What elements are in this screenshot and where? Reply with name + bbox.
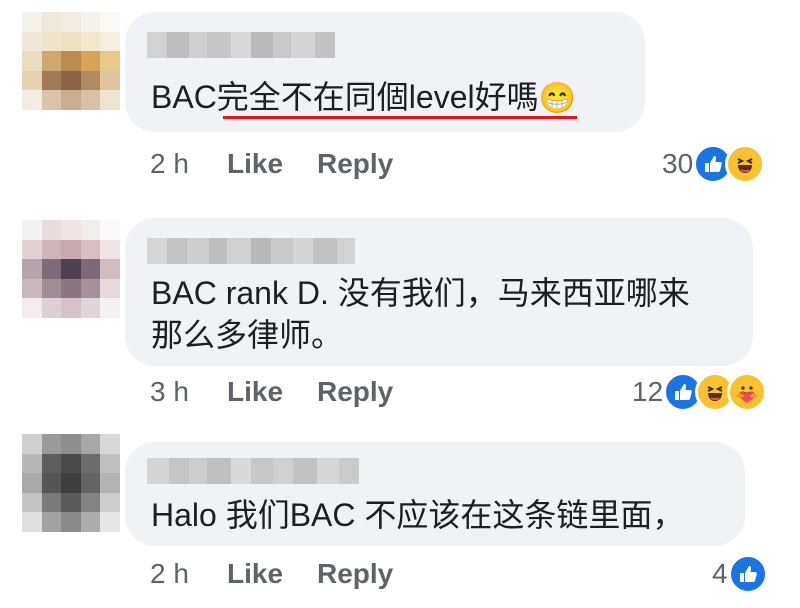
reaction-summary[interactable]: 4 [712, 554, 768, 594]
red-underline [223, 116, 577, 119]
comment-actions: 2 h Like Reply [150, 558, 393, 590]
reaction-count: 30 [662, 148, 694, 179]
comment-text: Halo 我们BAC 不应该在这条链里面， [151, 497, 685, 533]
like-icon [727, 554, 768, 594]
reply-button[interactable]: Reply [317, 558, 393, 590]
commenter-name-blurred[interactable] [147, 238, 355, 264]
like-button[interactable]: Like [227, 148, 317, 180]
avatar[interactable] [22, 220, 120, 318]
commenter-name-blurred[interactable] [147, 458, 359, 484]
reaction-count: 12 [632, 376, 664, 407]
reaction-summary[interactable]: 12 [632, 372, 768, 412]
comment-bubble: BAC rank D. 没有我们，马来西亚哪来 那么多律师。 [125, 218, 753, 366]
reaction-summary[interactable]: 30 [662, 144, 766, 184]
reaction-count: 4 [712, 558, 728, 589]
comment-actions: 3 h Like Reply [150, 376, 393, 408]
timestamp[interactable]: 2 h [150, 558, 227, 590]
comment-actions: 2 h Like Reply [150, 148, 393, 180]
timestamp[interactable]: 3 h [150, 376, 227, 408]
grin-emoji-icon: 😁 [538, 82, 576, 115]
like-button[interactable]: Like [227, 558, 317, 590]
timestamp[interactable]: 2 h [150, 148, 227, 180]
comment-text-line-1: BAC rank D. 没有我们，马来西亚哪来 [151, 275, 690, 311]
reply-button[interactable]: Reply [317, 376, 393, 408]
reply-button[interactable]: Reply [317, 148, 393, 180]
comment-text: BAC完全不在同個level好嗎😁 [151, 79, 576, 115]
care-icon [727, 372, 768, 412]
comment-bubble: BAC完全不在同個level好嗎😁 [125, 12, 645, 132]
avatar[interactable] [22, 12, 120, 110]
comment-text-line-2: 那么多律师。 [151, 317, 344, 353]
comment-bubble: Halo 我们BAC 不应该在这条链里面， [125, 442, 745, 546]
like-button[interactable]: Like [227, 376, 317, 408]
commenter-name-blurred[interactable] [147, 32, 335, 58]
haha-icon [725, 144, 766, 184]
avatar[interactable] [22, 434, 120, 532]
